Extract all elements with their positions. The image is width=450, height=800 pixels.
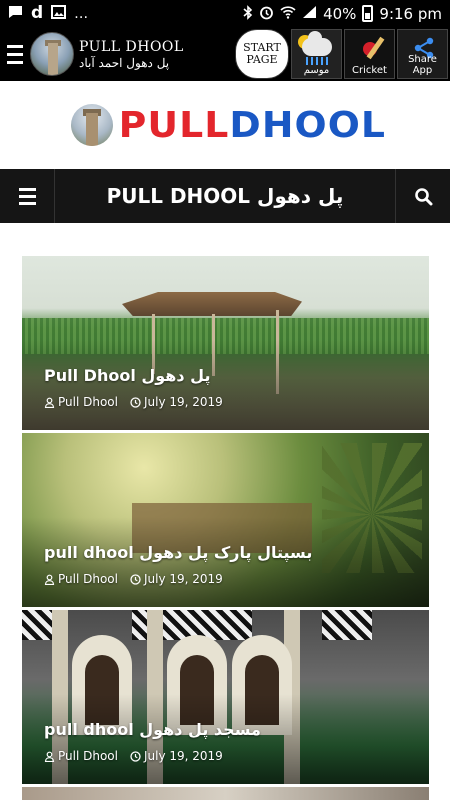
post-card-partial[interactable] (22, 787, 429, 800)
bluetooth-icon (243, 4, 253, 23)
start-page-button[interactable]: START PAGE (235, 29, 289, 79)
alarm-icon (259, 5, 274, 23)
site-logo[interactable]: PULLDHOOL (0, 81, 450, 169)
image-icon (51, 5, 67, 22)
status-bar: d … 40% 9:16 pm (0, 0, 450, 27)
signal-icon (302, 5, 317, 22)
cricket-button[interactable]: Cricket (344, 29, 395, 79)
share-app-label: Share App (408, 54, 437, 76)
status-right-icons: 40% 9:16 pm (243, 5, 442, 23)
start-page-label: START PAGE (243, 41, 281, 66)
search-button[interactable] (395, 169, 450, 223)
post-meta: Pull Dhool July 19, 2019 (44, 749, 223, 763)
clock-icon (130, 573, 141, 585)
post-card[interactable]: Pull Dhool پل دھول Pull Dhool July 19, 2… (22, 256, 429, 430)
user-icon (44, 574, 55, 585)
user-icon (44, 751, 55, 762)
logo-emblem (70, 104, 113, 146)
post-author[interactable]: Pull Dhool (44, 395, 118, 409)
search-icon (414, 187, 432, 205)
rain-icon (306, 57, 330, 65)
status-left-icons: d … (8, 5, 88, 22)
cricket-label: Cricket (352, 65, 387, 76)
share-app-button[interactable]: Share App (397, 29, 448, 79)
post-meta: Pull Dhool July 19, 2019 (44, 572, 223, 586)
clock-icon (130, 750, 141, 762)
site-nav-bar: PULL DHOOL پل دھول (0, 169, 450, 223)
brand-subtitle: پل دھول احمد آباد (79, 55, 170, 70)
logo-word-pull: PULL (118, 104, 230, 146)
brand-title: PULL DHOOL (79, 38, 184, 55)
post-title[interactable]: Pull Dhool پل دھول (44, 366, 210, 385)
nav-title[interactable]: PULL DHOOL پل دھول (55, 184, 395, 208)
post-date: July 19, 2019 (130, 395, 223, 409)
weather-button[interactable]: موسم (291, 29, 342, 79)
menu-icon (7, 44, 23, 48)
nav-menu-button[interactable] (0, 169, 55, 223)
app-bar: PULL DHOOL پل دھول احمد آباد START PAGE … (0, 27, 450, 81)
post-title[interactable]: pull dhool بسپتال پارک پل دھول (44, 543, 312, 562)
post-date: July 19, 2019 (130, 572, 223, 586)
hamburger-icon (18, 187, 36, 191)
battery-percent: 40% (323, 4, 357, 23)
post-list: Pull Dhool پل دھول Pull Dhool July 19, 2… (22, 256, 429, 800)
logo-word-dhool: DHOOL (229, 104, 386, 146)
message-icon (8, 5, 23, 22)
brand-avatar (30, 32, 74, 76)
post-author[interactable]: Pull Dhool (44, 749, 118, 763)
weather-label: موسم (303, 65, 330, 76)
more-icon: … (74, 5, 89, 22)
post-author[interactable]: Pull Dhool (44, 572, 118, 586)
brand-text: PULL DHOOL پل دھول احمد آباد (79, 39, 184, 70)
post-date: July 19, 2019 (130, 749, 223, 763)
app-buttons: START PAGE موسم Cricket Share App (235, 27, 450, 81)
post-card[interactable]: pull dhool بسپتال پارک پل دھول Pull Dhoo… (22, 433, 429, 607)
post-meta: Pull Dhool July 19, 2019 (44, 395, 223, 409)
post-card[interactable]: pull dhool مسجد پل دھول Pull Dhool July … (22, 610, 429, 784)
app-menu-button[interactable] (0, 27, 30, 81)
clock-icon (130, 396, 141, 408)
status-time: 9:16 pm (379, 4, 442, 23)
cloud-icon (302, 31, 332, 56)
user-icon (44, 397, 55, 408)
d-app-icon: d (31, 3, 44, 23)
logo-wordmark: PULLDHOOL (118, 105, 385, 146)
post-title[interactable]: pull dhool مسجد پل دھول (44, 720, 261, 739)
wifi-icon (280, 5, 296, 22)
battery-icon (362, 5, 374, 22)
